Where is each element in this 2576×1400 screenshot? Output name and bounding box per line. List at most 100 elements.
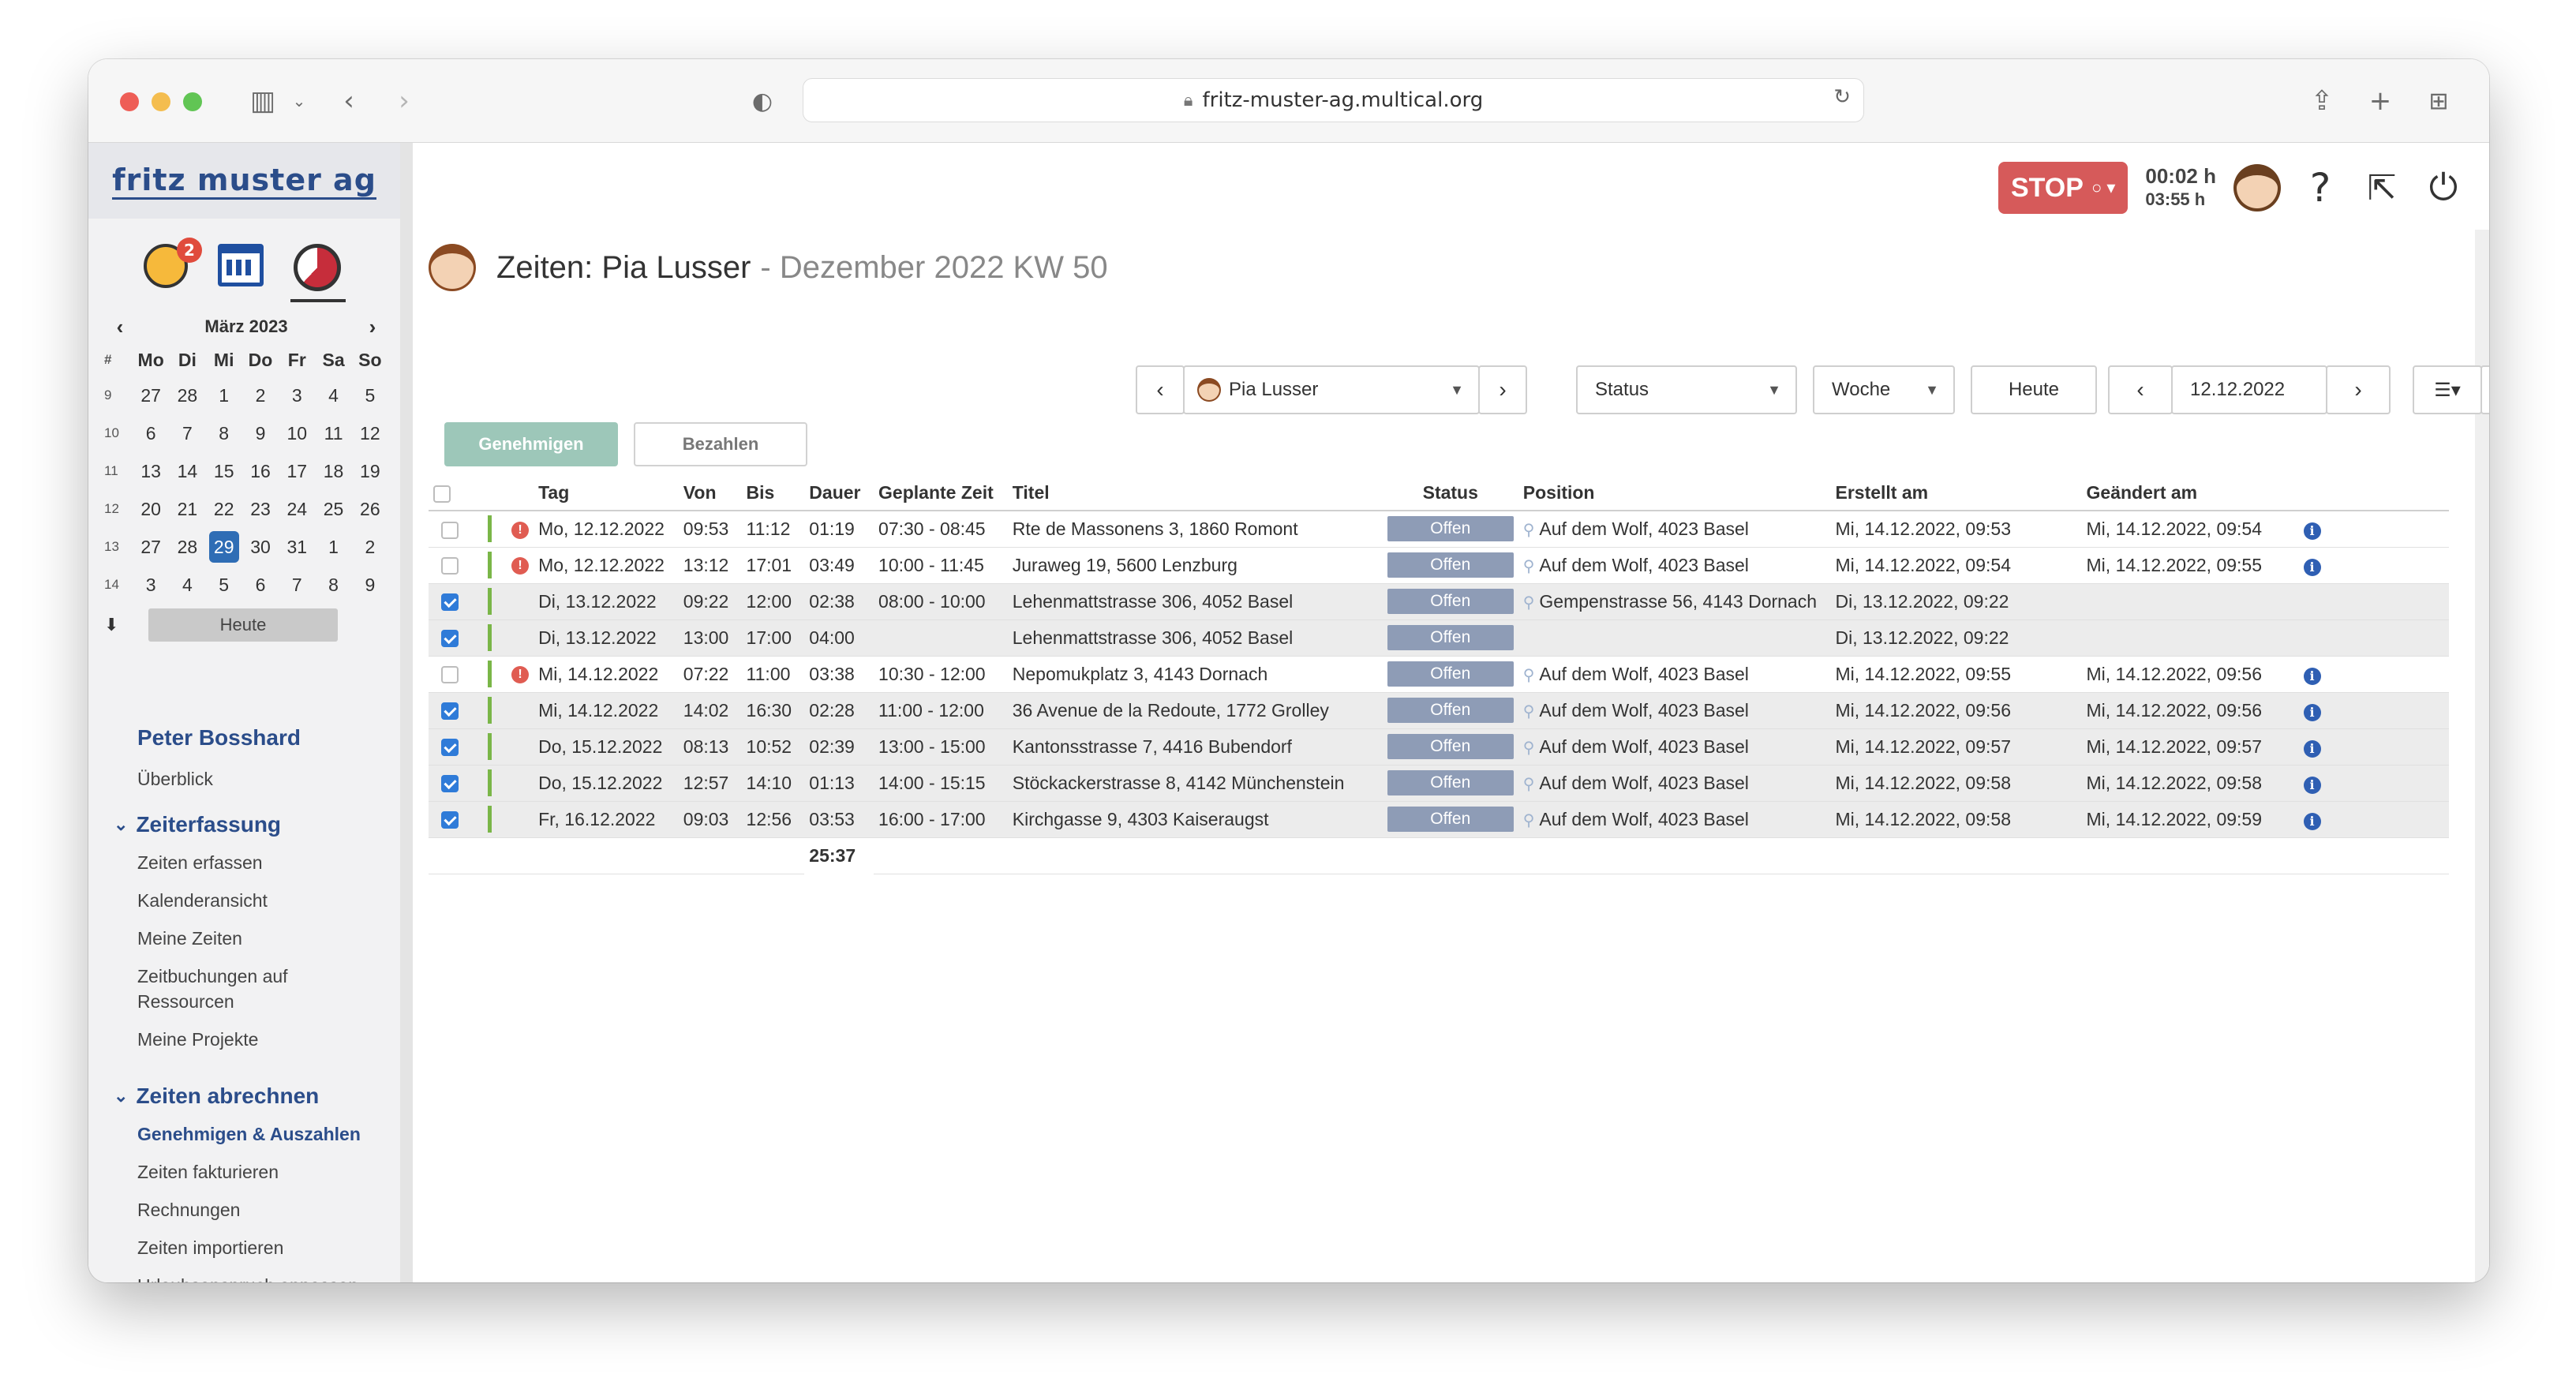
calendar-day[interactable]: 27 bbox=[133, 528, 169, 566]
pay-button[interactable]: Bezahlen bbox=[634, 422, 807, 466]
warning-icon[interactable]: ! bbox=[511, 521, 530, 539]
nav-group-abrechnen[interactable]: ⌄ Zeiten abrechnen bbox=[114, 1084, 319, 1109]
next-date-icon[interactable]: › bbox=[2326, 365, 2391, 414]
company-logo[interactable]: fritz muster ag bbox=[112, 163, 376, 200]
prev-month-icon[interactable]: ‹ bbox=[104, 315, 136, 339]
calendar-day[interactable]: 22 bbox=[206, 490, 242, 528]
approve-button[interactable]: Genehmigen bbox=[444, 422, 618, 466]
power-icon[interactable]: ⏻ bbox=[2421, 166, 2466, 210]
nav-item-rechnungen[interactable]: Rechnungen bbox=[137, 1191, 382, 1229]
row-checkbox[interactable] bbox=[441, 630, 459, 648]
maximize-window-button[interactable] bbox=[183, 92, 202, 111]
calendar-day[interactable]: 31 bbox=[279, 528, 315, 566]
column-header[interactable]: Dauer bbox=[804, 476, 874, 511]
calendar-day[interactable]: 28 bbox=[169, 528, 205, 566]
time-tracking-icon[interactable] bbox=[294, 244, 341, 291]
nav-overview[interactable]: Überblick bbox=[137, 760, 213, 798]
expand-calendar-icon[interactable]: ⬇︎ bbox=[104, 615, 148, 635]
calendar-day[interactable]: 8 bbox=[206, 414, 242, 452]
info-icon[interactable]: i bbox=[2303, 522, 2321, 540]
calendar-day[interactable]: 6 bbox=[133, 414, 169, 452]
calendar-day[interactable]: 9 bbox=[352, 566, 388, 604]
sidebar-toggle-icon[interactable]: ▥ bbox=[243, 81, 283, 121]
new-tab-icon[interactable]: + bbox=[2363, 81, 2398, 121]
shield-icon[interactable]: ◐ bbox=[745, 81, 780, 121]
calendar-day[interactable]: 24 bbox=[279, 490, 315, 528]
period-select[interactable]: Woche ▼ bbox=[1813, 365, 1955, 414]
calendar-day[interactable]: 1 bbox=[206, 376, 242, 414]
calendar-day[interactable]: 2 bbox=[352, 528, 388, 566]
info-icon[interactable]: i bbox=[2303, 667, 2321, 685]
date-input[interactable]: 12.12.2022 bbox=[2171, 365, 2327, 414]
column-header[interactable]: Titel bbox=[1007, 476, 1383, 511]
info-icon[interactable]: i bbox=[2303, 703, 2321, 721]
next-person-icon[interactable]: › bbox=[1478, 365, 1527, 414]
column-header[interactable]: Erstellt am bbox=[1830, 476, 2082, 511]
table-row[interactable]: Fr, 16.12.2022 09:03 12:56 03:53 16:00 - 17:… bbox=[429, 801, 2449, 838]
nav-group-zeiterfassung[interactable]: ⌄ Zeiterfassung bbox=[114, 812, 281, 837]
nav-item-importieren[interactable]: Zeiten importieren bbox=[137, 1229, 382, 1267]
table-row[interactable]: Do, 15.12.2022 12:57 14:10 01:13 14:00 - 15:… bbox=[429, 765, 2449, 802]
close-window-button[interactable] bbox=[120, 92, 139, 111]
column-header[interactable]: Bis bbox=[741, 476, 805, 511]
minimize-window-button[interactable] bbox=[152, 92, 170, 111]
calendar-day[interactable]: 11 bbox=[315, 414, 351, 452]
column-header[interactable]: Status bbox=[1382, 476, 1518, 511]
reload-icon[interactable]: ↻ bbox=[1833, 85, 1851, 109]
today-button[interactable]: Heute bbox=[1971, 365, 2097, 414]
prev-date-icon[interactable]: ‹ bbox=[2108, 365, 2173, 414]
calendar-day[interactable]: 21 bbox=[169, 490, 205, 528]
view-list-icon[interactable]: ☰▾ bbox=[2413, 365, 2482, 414]
status-select[interactable]: Status ▼ bbox=[1576, 365, 1797, 414]
table-row[interactable]: ! Mo, 12.12.2022 09:53 11:12 01:19 07:30 - 08… bbox=[429, 511, 2449, 548]
tab-overview-icon[interactable]: ⊞ bbox=[2421, 81, 2456, 121]
address-bar[interactable]: 🔒︎ fritz-muster-ag.multical.org ↻ bbox=[803, 78, 1864, 122]
table-row[interactable]: Do, 15.12.2022 08:13 10:52 02:39 13:00 - 15:… bbox=[429, 728, 2449, 766]
calendar-day[interactable]: 25 bbox=[315, 490, 351, 528]
person-select[interactable]: Pia Lusser ▼ bbox=[1183, 365, 1480, 414]
calendar-day[interactable]: 8 bbox=[315, 566, 351, 604]
calendar-day[interactable]: 13 bbox=[133, 452, 169, 490]
stop-timer-button[interactable]: STOP ○ ▾ bbox=[1998, 162, 2129, 214]
prev-person-icon[interactable]: ‹ bbox=[1136, 365, 1185, 414]
warning-icon[interactable]: ! bbox=[511, 666, 530, 684]
calendar-day[interactable]: 26 bbox=[352, 490, 388, 528]
row-checkbox[interactable] bbox=[441, 739, 459, 757]
help-icon[interactable]: ? bbox=[2298, 165, 2342, 211]
calendar-day[interactable]: 20 bbox=[133, 490, 169, 528]
table-row[interactable]: Mi, 14.12.2022 14:02 16:30 02:28 11:00 - 12:… bbox=[429, 692, 2449, 729]
calendar-day[interactable]: 27 bbox=[133, 376, 169, 414]
calendar-day[interactable]: 19 bbox=[352, 452, 388, 490]
calendar-icon[interactable] bbox=[218, 244, 264, 286]
user-name[interactable]: Peter Bosshard bbox=[137, 725, 301, 751]
select-all-checkbox[interactable] bbox=[433, 485, 451, 503]
nav-item-zeitbuchungen[interactable]: Zeitbuchungen auf Ressourcen bbox=[137, 957, 382, 1020]
calendar-day[interactable]: 16 bbox=[242, 452, 279, 490]
nav-item-kalenderansicht[interactable]: Kalenderansicht bbox=[137, 882, 382, 919]
row-checkbox[interactable] bbox=[441, 775, 459, 793]
row-checkbox[interactable] bbox=[441, 593, 459, 612]
info-icon[interactable]: i bbox=[2303, 776, 2321, 794]
row-checkbox[interactable] bbox=[441, 702, 459, 721]
calendar-day[interactable]: 14 bbox=[169, 452, 205, 490]
warning-icon[interactable]: ! bbox=[511, 557, 530, 575]
calendar-day[interactable]: 9 bbox=[242, 414, 279, 452]
nav-item-fakturieren[interactable]: Zeiten fakturieren bbox=[137, 1153, 382, 1191]
nav-item-genehmigen[interactable]: Genehmigen & Auszahlen bbox=[137, 1115, 382, 1153]
calendar-day[interactable]: 10 bbox=[279, 414, 315, 452]
share-icon[interactable]: ⇪ bbox=[2305, 81, 2339, 121]
nav-item-meine-zeiten[interactable]: Meine Zeiten bbox=[137, 919, 382, 957]
row-checkbox[interactable] bbox=[441, 557, 459, 575]
table-row[interactable]: Di, 13.12.2022 09:22 12:00 02:38 08:00 - 10:… bbox=[429, 583, 2449, 620]
row-checkbox[interactable] bbox=[441, 811, 459, 829]
calendar-day[interactable]: 18 bbox=[315, 452, 351, 490]
chevron-down-icon[interactable]: ⌄ bbox=[287, 81, 311, 121]
export-icon[interactable]: ⇱ bbox=[2360, 168, 2404, 208]
column-header[interactable]: Position bbox=[1518, 476, 1831, 511]
info-icon[interactable]: i bbox=[2303, 739, 2321, 758]
row-checkbox[interactable] bbox=[441, 521, 459, 539]
column-header[interactable]: Geändert am bbox=[2081, 476, 2299, 511]
info-icon[interactable]: i bbox=[2303, 558, 2321, 576]
back-icon[interactable]: ‹ bbox=[333, 81, 365, 121]
calendar-day[interactable]: 7 bbox=[169, 414, 205, 452]
